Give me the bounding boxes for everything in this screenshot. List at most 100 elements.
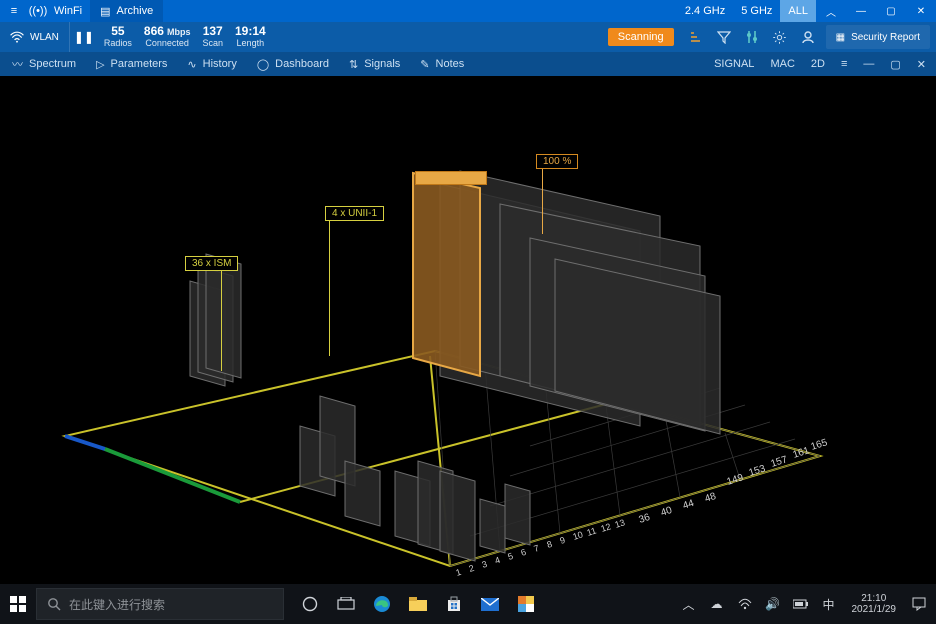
taskview-icon[interactable] <box>328 584 364 624</box>
mode-signal[interactable]: SIGNAL <box>706 52 762 76</box>
svg-text:157: 157 <box>770 454 790 470</box>
svg-text:1: 1 <box>455 567 463 578</box>
archive-label: Archive <box>117 5 154 17</box>
svg-text:12: 12 <box>600 521 613 534</box>
toolbar: WLAN ❚❚ 55 Radios 866Mbps Connected 137 … <box>0 22 936 52</box>
svg-text:5: 5 <box>507 551 515 562</box>
circle-icon: ◯ <box>257 58 269 71</box>
wlan-label: WLAN <box>30 32 59 43</box>
tray-clock[interactable]: 21:10 2021/1/29 <box>846 593 903 615</box>
svg-text:6: 6 <box>520 547 528 558</box>
svg-text:4: 4 <box>494 555 502 566</box>
spectrum-icon: 〰 <box>12 56 23 72</box>
pause-button[interactable]: ❚❚ <box>70 22 98 52</box>
start-button[interactable] <box>0 584 36 624</box>
search-placeholder: 在此键入进行搜索 <box>69 596 165 613</box>
archive-icon: ▤ <box>100 5 110 18</box>
wlan-button[interactable]: WLAN <box>0 22 70 52</box>
panel-minimize-button[interactable]: — <box>855 52 882 76</box>
tray-ime-icon[interactable]: 中 <box>818 596 840 613</box>
archive-tab[interactable]: ▤ Archive <box>90 0 163 22</box>
gear-icon[interactable] <box>766 22 794 52</box>
signal-icon: ⇅ <box>349 58 358 71</box>
svg-text:48: 48 <box>704 491 718 505</box>
callout-highlight <box>415 171 487 185</box>
system-tray: ︿ ☁ 🔊 中 21:10 2021/1/29 <box>678 593 936 615</box>
user-icon[interactable] <box>794 22 822 52</box>
svg-text:153: 153 <box>748 463 768 479</box>
callout-percent: 100 % <box>536 154 578 169</box>
band-24ghz[interactable]: 2.4 GHz <box>677 0 733 22</box>
mail-icon[interactable] <box>472 584 508 624</box>
list-icon[interactable]: ≡ <box>833 52 855 76</box>
mode-2d[interactable]: 2D <box>803 52 833 76</box>
svg-text:11: 11 <box>586 526 598 538</box>
svg-text:2: 2 <box>468 563 476 574</box>
filter-icon[interactable] <box>710 22 738 52</box>
tab-dashboard[interactable]: ◯Dashboard <box>247 52 339 76</box>
maximize-button[interactable]: ▢ <box>876 0 906 22</box>
svg-text:9: 9 <box>559 535 567 546</box>
wifi-icon <box>10 31 24 43</box>
callout-unii: 4 x UNII-1 <box>325 206 384 221</box>
panel-close-button[interactable]: ✕ <box>909 52 934 76</box>
tab-parameters[interactable]: ▷Parameters <box>86 52 177 76</box>
spectrum-3d-plot: 1 2 3 4 5 6 7 8 9 10 11 12 13 36 40 44 4… <box>0 76 936 584</box>
security-report-label: Security Report <box>851 32 920 43</box>
close-button[interactable]: ✕ <box>906 0 936 22</box>
band-all[interactable]: ALL <box>780 0 816 22</box>
svg-text:3: 3 <box>481 559 489 570</box>
chevron-up-icon[interactable]: ︿ <box>816 0 846 22</box>
callout-line <box>329 221 330 356</box>
tray-onedrive-icon[interactable]: ☁ <box>706 597 728 611</box>
titlebar: ≡ ((•)) WinFi ▤ Archive 2.4 GHz 5 GHz AL… <box>0 0 936 22</box>
sort-icon[interactable] <box>682 22 710 52</box>
wave-icon: ∿ <box>187 58 196 71</box>
clock-date: 2021/1/29 <box>852 604 897 615</box>
callout-line <box>221 271 222 371</box>
svg-text:149: 149 <box>726 472 746 488</box>
minimize-button[interactable]: — <box>846 0 876 22</box>
search-input[interactable]: 在此键入进行搜索 <box>36 588 284 620</box>
tray-chevron-icon[interactable]: ︿ <box>678 596 700 613</box>
callout-line <box>542 169 543 234</box>
svg-text:44: 44 <box>682 498 696 512</box>
tray-battery-icon[interactable] <box>790 599 812 609</box>
app-name: WinFi <box>54 5 82 17</box>
tray-volume-icon[interactable]: 🔊 <box>762 597 784 611</box>
tray-wifi-icon[interactable] <box>734 598 756 610</box>
svg-text:165: 165 <box>810 437 830 453</box>
taskbar: 在此键入进行搜索 ︿ ☁ 🔊 中 21:10 2021/1/29 <box>0 584 936 624</box>
wifi-icon: ((•)) <box>30 5 46 17</box>
panel-maximize-button[interactable]: ▢ <box>882 52 908 76</box>
task-icons <box>292 584 544 624</box>
tray-notifications-icon[interactable] <box>908 597 930 611</box>
svg-text:13: 13 <box>614 517 627 530</box>
sliders-icon[interactable] <box>738 22 766 52</box>
clock-time: 21:10 <box>861 593 886 604</box>
tab-spectrum[interactable]: 〰Spectrum <box>2 52 86 76</box>
subbar: 〰Spectrum ▷Parameters ∿History ◯Dashboar… <box>0 52 936 76</box>
grid-icon: ▦ <box>836 32 845 43</box>
spectrum-canvas[interactable]: 1 2 3 4 5 6 7 8 9 10 11 12 13 36 40 44 4… <box>0 76 936 584</box>
stat-length: 19:14 Length <box>229 25 272 48</box>
app-icon[interactable] <box>508 584 544 624</box>
explorer-icon[interactable] <box>400 584 436 624</box>
scanning-button[interactable]: Scanning <box>608 28 674 46</box>
stat-connected: 866Mbps Connected <box>138 25 197 48</box>
band-5ghz[interactable]: 5 GHz <box>733 0 780 22</box>
security-report-button[interactable]: ▦ Security Report <box>826 25 930 49</box>
hamburger-icon[interactable]: ≡ <box>6 5 22 17</box>
tab-history[interactable]: ∿History <box>177 52 246 76</box>
edge-icon[interactable] <box>364 584 400 624</box>
callout-ism: 36 x ISM <box>185 256 238 271</box>
tab-signals[interactable]: ⇅Signals <box>339 52 410 76</box>
tab-notes[interactable]: ✎Notes <box>410 52 474 76</box>
store-icon[interactable] <box>436 584 472 624</box>
stat-radios: 55 Radios <box>98 25 138 48</box>
cortana-icon[interactable] <box>292 584 328 624</box>
mode-mac[interactable]: MAC <box>762 52 802 76</box>
svg-text:8: 8 <box>546 539 554 550</box>
search-icon <box>47 597 61 611</box>
caret-right-icon: ▷ <box>96 58 104 71</box>
